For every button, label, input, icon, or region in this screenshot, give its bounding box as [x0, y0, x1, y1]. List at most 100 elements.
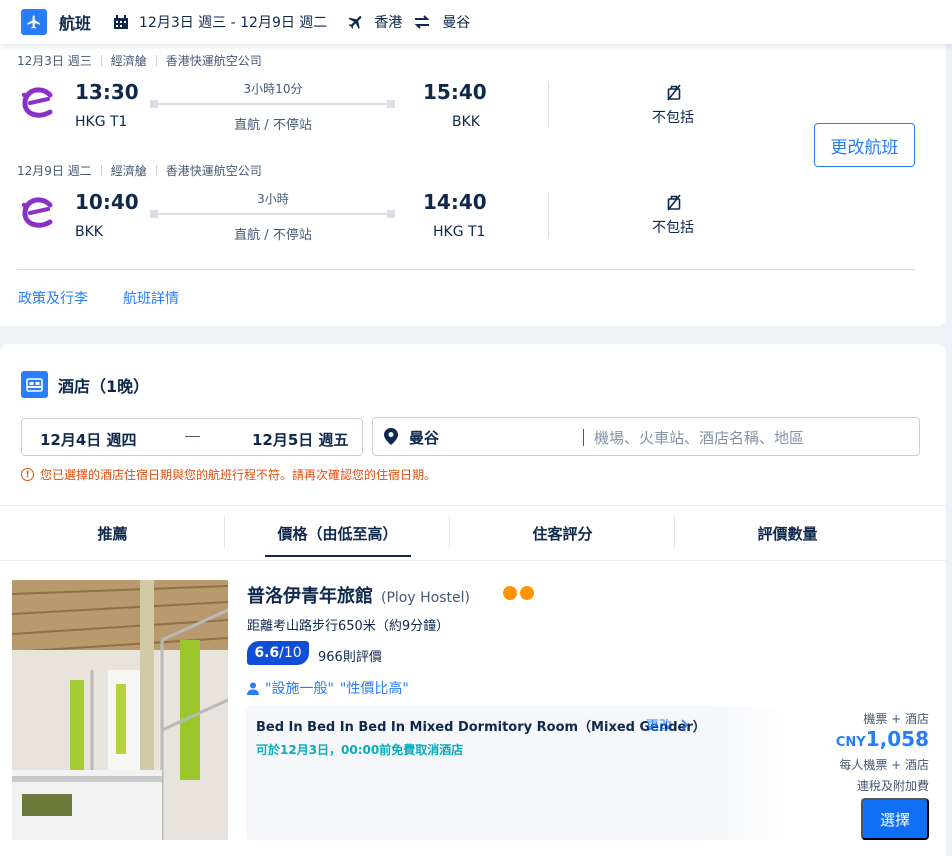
sort-tab-guest-rating[interactable]: 住客評分 — [450, 506, 675, 560]
hotel-photo[interactable] — [12, 580, 228, 840]
checkin-date: 12月4日 週四 — [40, 431, 137, 449]
hotel-name[interactable]: 普洛伊青年旅館 (Ploy Hostel) — [247, 582, 470, 608]
date-dash — [185, 436, 200, 437]
review-tag: "性價比高" — [339, 681, 409, 697]
divider — [100, 165, 102, 176]
origin-city: 香港 — [374, 15, 403, 31]
destination-city-value: 曼谷 — [409, 429, 440, 447]
baggage-status: 不包括 — [652, 220, 694, 236]
hk-express-logo-icon — [21, 197, 53, 228]
sort-tab-review-count[interactable]: 評價數量 — [675, 506, 900, 560]
flight-stops: 直航 / 不停站 — [234, 228, 312, 243]
search-placeholder: 機場、火車站、酒店名稱、地區 — [594, 429, 805, 447]
change-flight-button[interactable]: 更改航班 — [814, 123, 915, 167]
hotel-distance: 距離考山路步行650米（約9分鐘） — [247, 619, 450, 634]
warning-icon: ! — [21, 468, 34, 481]
warning-text: 您已選擇的酒店住宿日期與您的航班行程不符。請再次確認您的住宿日期。 — [40, 468, 437, 482]
flight-card: 航班 12月3日 週三 - 12月9日 週二 香港 曼谷 12月3日 週三 經濟… — [0, 0, 952, 326]
price-currency: CNY — [835, 735, 866, 750]
arrival-time: 14:40 — [423, 190, 487, 214]
route-end-dot — [387, 100, 395, 108]
departure-airport: HKG T1 — [75, 114, 128, 130]
sort-tabs: 推薦 價格（由低至高） 住客評分 評價數量 — [0, 505, 946, 561]
divider — [583, 429, 584, 446]
sort-tab-label: 推薦 — [97, 524, 128, 543]
flight-duration: 3小時10分 — [243, 82, 303, 96]
location-pin-icon — [384, 428, 398, 445]
trip-dates: 12月3日 週三 - 12月9日 週二 — [139, 15, 328, 31]
divider — [548, 192, 549, 238]
segment-cabin: 經濟艙 — [110, 164, 147, 178]
flight-duration: 3小時 — [257, 192, 289, 206]
price-note-per-person: 每人機票 + 酒店 — [839, 758, 929, 772]
flight-stops: 直航 / 不停站 — [234, 118, 312, 133]
sort-tab-recommended[interactable]: 推薦 — [0, 506, 225, 560]
hotel-card: 酒店（1晚） 12月4日 週四 12月5日 週五 曼谷 機場、火車站、酒店名稱、… — [0, 344, 946, 856]
calendar-icon — [113, 14, 129, 30]
flight-icon — [21, 9, 47, 35]
rating-dot — [520, 586, 534, 600]
user-icon — [247, 682, 259, 695]
segment-airline: 香港快運航空公司 — [165, 54, 262, 68]
departure-airport: BKK — [75, 224, 103, 240]
sort-tab-price-low-high[interactable]: 價格（由低至高） — [225, 506, 450, 560]
segment-1-meta: 12月3日 週三 經濟艙 香港快運航空公司 — [17, 52, 262, 69]
stay-dates-picker[interactable]: 12月4日 週四 12月5日 週五 — [21, 418, 363, 456]
hotel-section-title: 酒店（1晚） — [58, 377, 150, 396]
checkout-date: 12月5日 週五 — [252, 431, 349, 449]
baggage-status: 不包括 — [652, 110, 694, 126]
hk-express-logo-icon — [21, 87, 53, 118]
select-button[interactable]: 選擇 — [861, 798, 929, 840]
no-baggage-icon — [667, 194, 681, 211]
date-mismatch-warning: ! 您已選擇的酒店住宿日期與您的航班行程不符。請再次確認您的住宿日期。 — [21, 466, 436, 483]
divider — [100, 55, 102, 66]
rating-dot — [503, 586, 517, 600]
destination-city: 曼谷 — [442, 15, 471, 31]
chevron-right-icon — [681, 718, 689, 731]
arrival-airport: BKK — [452, 114, 480, 130]
departure-time: 13:30 — [75, 80, 139, 104]
review-tag: "設施一般" — [265, 681, 334, 697]
change-room-label: 更改 — [646, 719, 673, 734]
policy-baggage-link[interactable]: 政策及行李 — [18, 288, 88, 308]
airplane-icon — [347, 13, 365, 31]
route-start-dot — [150, 210, 158, 218]
segment-2-meta: 12月9日 週二 經濟艙 香港快運航空公司 — [17, 162, 262, 179]
hotel-class-dots — [503, 586, 537, 600]
price-note-taxes: 連稅及附加費 — [856, 779, 929, 793]
room-name: Bed In Bed In Bed In Mixed Dormitory Roo… — [256, 720, 706, 735]
route-line — [151, 103, 395, 105]
sort-tab-label: 評價數量 — [757, 524, 818, 543]
segment-airline: 香港快運航空公司 — [165, 164, 262, 178]
divider — [155, 165, 157, 176]
package-label: 機票 + 酒店 — [863, 712, 929, 726]
review-tags: "設施一般" "性價比高" — [247, 678, 409, 698]
arrival-time: 15:40 — [423, 80, 487, 104]
hotel-name-zh: 普洛伊青年旅館 — [247, 586, 373, 607]
divider — [548, 82, 549, 128]
departure-time: 10:40 — [75, 190, 139, 214]
arrival-airport: HKG T1 — [433, 224, 486, 240]
divider — [155, 55, 157, 66]
review-count[interactable]: 966則評價 — [318, 646, 382, 665]
score-max: /10 — [279, 645, 302, 661]
hotel-name-en: (Ploy Hostel) — [381, 590, 470, 606]
flight-section-title: 航班 — [59, 14, 92, 33]
flight-details-link[interactable]: 航班詳情 — [123, 288, 179, 308]
change-room-link[interactable]: 更改 — [646, 715, 690, 734]
route-end-dot — [387, 210, 395, 218]
sort-tab-label: 價格（由低至高） — [277, 524, 398, 543]
round-trip-arrows-icon — [414, 15, 430, 29]
flight-header: 航班 12月3日 週三 - 12月9日 週二 香港 曼谷 — [0, 0, 952, 44]
score-value: 6.6 — [254, 645, 280, 661]
room-option: Bed In Bed In Bed In Mixed Dormitory Roo… — [246, 706, 718, 840]
hotel-listing[interactable]: 普洛伊青年旅館 (Ploy Hostel) 距離考山路步行650米（約9分鐘） … — [0, 564, 946, 856]
segment-cabin: 經濟艙 — [110, 54, 147, 68]
no-baggage-icon — [667, 84, 681, 101]
package-price: CNY 1,058 — [836, 727, 929, 751]
sort-tab-label: 住客評分 — [532, 524, 593, 543]
destination-search-field[interactable]: 曼谷 機場、火車站、酒店名稱、地區 — [372, 417, 920, 456]
segment-date: 12月3日 週三 — [17, 54, 92, 68]
free-cancellation-text: 可於12月3日，00:00前免費取消酒店 — [256, 743, 464, 757]
route-line — [151, 213, 395, 215]
